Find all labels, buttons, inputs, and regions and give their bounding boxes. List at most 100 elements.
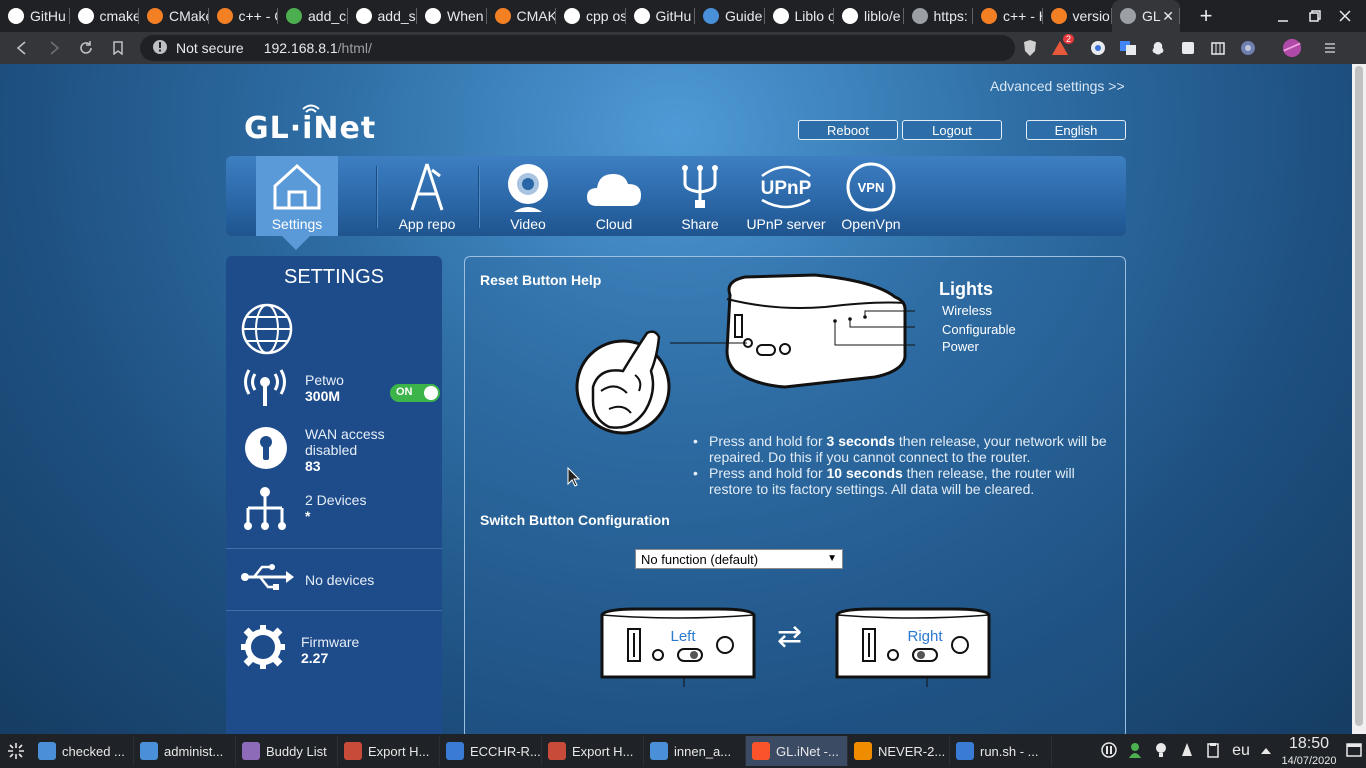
nav-upnp[interactable]: UPnP UPnP server bbox=[742, 156, 830, 236]
tray-expand-icon[interactable] bbox=[1256, 743, 1276, 759]
vpn-extension-icon[interactable] bbox=[1238, 38, 1258, 58]
tab-label: GitHu bbox=[30, 8, 66, 24]
taskbar-item[interactable]: innen_a... bbox=[644, 736, 746, 766]
taskbar-item[interactable]: run.sh - ... bbox=[950, 736, 1052, 766]
nav-openvpn[interactable]: VPN OpenVpn bbox=[832, 156, 910, 236]
user-status-icon[interactable] bbox=[1122, 742, 1148, 761]
nav-divider bbox=[376, 166, 377, 228]
wan-status-line1: WAN access bbox=[305, 426, 385, 442]
sidebar-wireless[interactable]: Petwo 300M ON bbox=[226, 368, 442, 418]
taskbar-item[interactable]: Export H... bbox=[338, 736, 440, 766]
scrollbar-thumb[interactable] bbox=[1355, 66, 1363, 726]
extension-1-icon[interactable] bbox=[1088, 38, 1108, 58]
taskbar-item[interactable]: Export H... bbox=[542, 736, 644, 766]
taskbar-item-label: run.sh - ... bbox=[980, 743, 1039, 759]
lightbulb-icon[interactable] bbox=[1148, 742, 1174, 761]
clock[interactable]: 18:50 14/07/2020 bbox=[1276, 735, 1342, 768]
profile-avatar[interactable] bbox=[1282, 38, 1302, 58]
reload-icon[interactable] bbox=[70, 32, 102, 64]
app-icon bbox=[956, 742, 974, 760]
menu-icon[interactable] bbox=[1320, 38, 1340, 58]
nav-cloud[interactable]: Cloud bbox=[572, 156, 656, 236]
brave-shield-icon[interactable] bbox=[1020, 38, 1040, 58]
sidebar-devices[interactable]: 2 Devices * bbox=[226, 486, 442, 536]
google-icon bbox=[564, 8, 580, 24]
extension-4-icon[interactable] bbox=[1208, 38, 1228, 58]
browser-tab[interactable]: GitHu bbox=[0, 0, 70, 32]
bookmark-icon[interactable] bbox=[102, 32, 134, 64]
nav-share[interactable]: Share bbox=[658, 156, 742, 236]
sidebar-wan[interactable]: WAN access disabled 83 bbox=[226, 424, 442, 480]
browser-tab[interactable]: versio bbox=[1043, 0, 1113, 32]
translate-icon[interactable] bbox=[1118, 38, 1138, 58]
svg-text:UPnP: UPnP bbox=[761, 178, 812, 199]
browser-tab[interactable]: CMake bbox=[139, 0, 209, 32]
taskbar-item[interactable]: ECCHR-R... bbox=[440, 736, 542, 766]
firmware-label: Firmware bbox=[301, 634, 360, 650]
tab-label: https: bbox=[933, 8, 968, 24]
wifi-toggle[interactable]: ON bbox=[390, 384, 440, 402]
extension-2-icon[interactable] bbox=[1148, 38, 1168, 58]
usb-share-icon bbox=[682, 165, 718, 208]
firmware-version: 2.27 bbox=[301, 650, 329, 666]
browser-tab[interactable]: cpp os bbox=[556, 0, 626, 32]
browser-tab[interactable]: cmake bbox=[70, 0, 139, 32]
close-window-button[interactable] bbox=[1338, 0, 1352, 32]
language-button[interactable]: English bbox=[1026, 120, 1126, 140]
logout-button[interactable]: Logout bbox=[902, 120, 1002, 140]
taskbar-item[interactable]: NEVER-2... bbox=[848, 736, 950, 766]
new-tab-button[interactable]: + bbox=[1192, 3, 1220, 29]
keyboard-layout[interactable]: eu bbox=[1226, 742, 1256, 760]
browser-tab[interactable]: When bbox=[417, 0, 487, 32]
tab-label: add_c bbox=[308, 8, 347, 24]
devices-count: 2 Devices bbox=[305, 492, 367, 508]
browser-tab[interactable]: CMAK bbox=[487, 0, 556, 32]
address-bar[interactable]: Not secure 192.168.8.1/html/ bbox=[140, 35, 1015, 61]
switch-function-select[interactable]: No function (default) ▼ bbox=[635, 549, 843, 569]
brave-rewards-icon[interactable]: 2 bbox=[1050, 34, 1074, 58]
taskbar-item[interactable]: administ... bbox=[134, 736, 236, 766]
sidebar-usb[interactable]: No devices bbox=[226, 562, 442, 598]
minimize-button[interactable] bbox=[1276, 0, 1290, 32]
info-icon[interactable] bbox=[152, 39, 168, 58]
browser-tab[interactable]: GL ✕ bbox=[1112, 0, 1180, 32]
pause-icon[interactable] bbox=[1096, 741, 1122, 761]
advanced-settings-link[interactable]: Advanced settings >> bbox=[990, 78, 1125, 94]
rewards-badge: 2 bbox=[1062, 34, 1074, 44]
nav-divider bbox=[478, 166, 479, 228]
browser-tab[interactable]: liblo/e bbox=[834, 0, 904, 32]
taskbar-item[interactable]: GL.iNet -... bbox=[746, 736, 848, 766]
nav-video[interactable]: Video bbox=[486, 156, 570, 236]
browser-tab[interactable]: Liblo c bbox=[765, 0, 834, 32]
vlc-tray-icon[interactable] bbox=[1174, 742, 1200, 761]
browser-tab[interactable]: Guide bbox=[695, 0, 765, 32]
reset-instructions: Press and hold for 3 seconds then releas… bbox=[693, 433, 1113, 497]
app-icon bbox=[548, 742, 566, 760]
nav-settings[interactable]: Settings bbox=[256, 156, 338, 236]
browser-tab[interactable]: GitHu bbox=[626, 0, 696, 32]
browser-tab[interactable]: https: bbox=[904, 0, 974, 32]
browser-tab[interactable]: c++ - H bbox=[973, 0, 1043, 32]
sidebar-firmware[interactable]: Firmware 2.27 bbox=[226, 624, 442, 674]
close-tab-icon[interactable]: ✕ bbox=[1162, 8, 1174, 25]
toggle-label: ON bbox=[396, 386, 413, 398]
nav-app-repo[interactable]: App repo bbox=[386, 156, 468, 236]
browser-tab[interactable]: c++ - C bbox=[209, 0, 278, 32]
reboot-button[interactable]: Reboot bbox=[798, 120, 898, 140]
show-desktop-icon[interactable] bbox=[1342, 742, 1366, 760]
maximize-button[interactable] bbox=[1308, 0, 1322, 32]
extension-3-icon[interactable] bbox=[1178, 38, 1198, 58]
clipboard-icon[interactable] bbox=[1200, 742, 1226, 761]
back-icon[interactable] bbox=[6, 32, 38, 64]
app-launcher-icon[interactable] bbox=[0, 734, 32, 768]
browser-tab[interactable]: add_su bbox=[348, 0, 417, 32]
page-scrollbar[interactable] bbox=[1352, 64, 1366, 734]
google-icon bbox=[77, 8, 94, 24]
taskbar-item[interactable]: Buddy List bbox=[236, 736, 338, 766]
sidebar-internet[interactable] bbox=[226, 302, 442, 358]
network-tree-icon bbox=[244, 487, 286, 530]
browser-tab[interactable]: add_c bbox=[278, 0, 348, 32]
taskbar-item[interactable]: checked ... bbox=[32, 736, 134, 766]
forward-icon[interactable] bbox=[38, 32, 70, 64]
nav-label: Settings bbox=[271, 216, 323, 232]
